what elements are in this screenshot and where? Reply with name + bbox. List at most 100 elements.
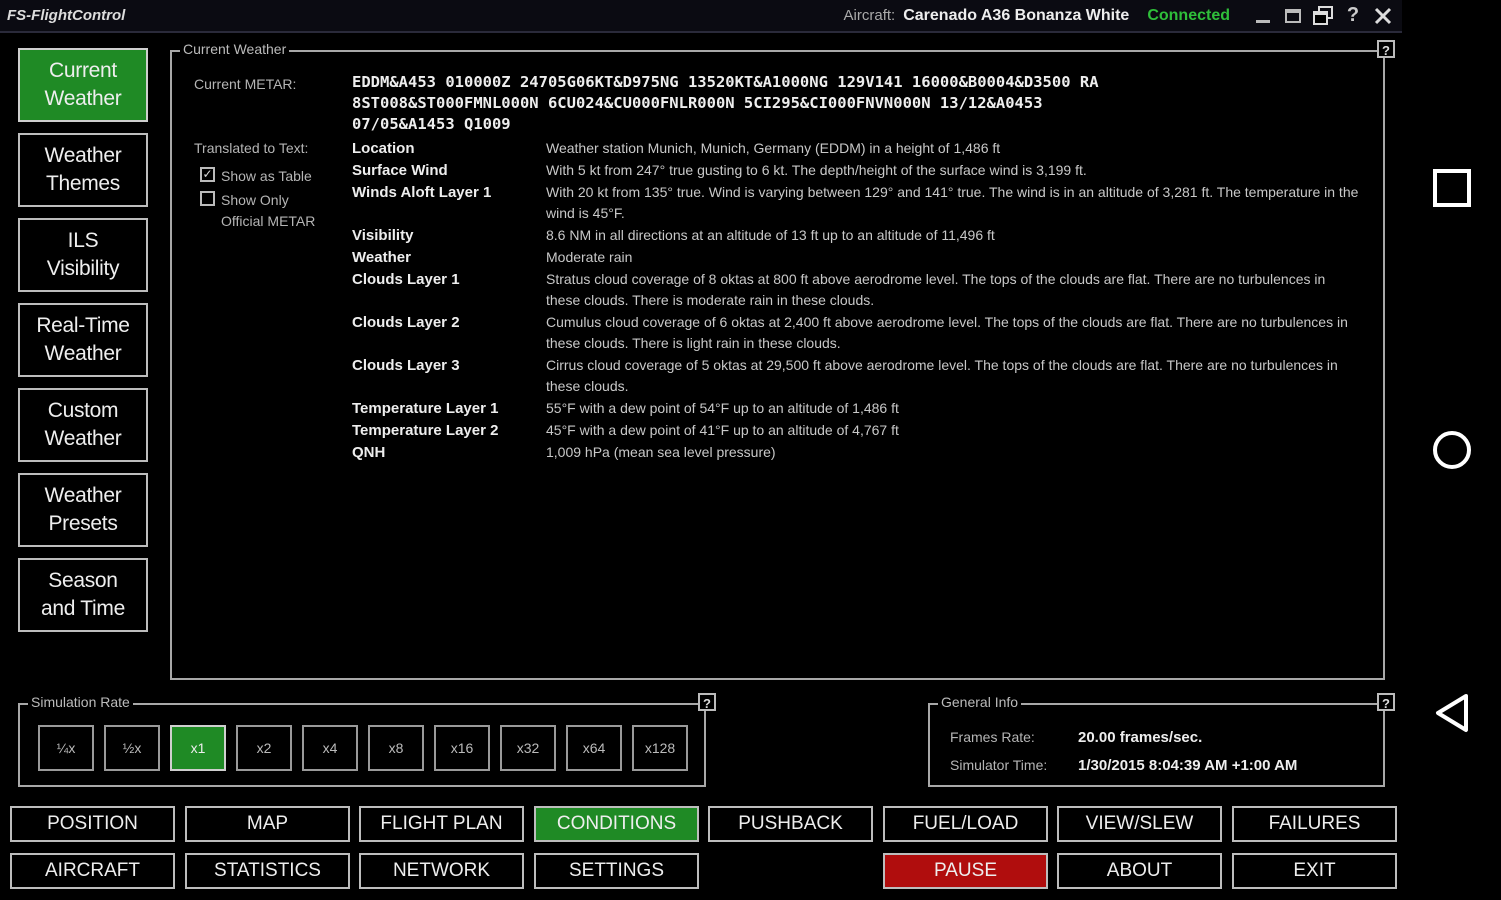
weather-table: Location Weather station Munich, Munich, … [352, 138, 1362, 464]
weather-row-key: Clouds Layer 3 [352, 357, 460, 374]
connection-status: Connected [1147, 6, 1230, 24]
weather-row-value: Cumulus cloud coverage of 6 oktas at 2,4… [546, 314, 1348, 351]
nav-button-position[interactable]: POSITION [10, 806, 175, 842]
sidebar-item-weather-presets[interactable]: Weather Presets [18, 473, 148, 547]
show-only-official-checkbox[interactable] [200, 191, 215, 206]
show-as-table-checkbox[interactable]: ✓ [200, 167, 215, 182]
nav-button-conditions[interactable]: CONDITIONS [534, 806, 699, 842]
rate-button[interactable]: ½x [104, 725, 160, 771]
weather-row: Temperature Layer 2 45°F with a dew point… [352, 420, 1362, 441]
nav-button-network[interactable]: NETWORK [359, 853, 524, 889]
sidebar-item-current-weather[interactable]: Current Weather [18, 48, 148, 122]
rate-button[interactable]: x2 [236, 725, 292, 771]
weather-row-key: Winds Aloft Layer 1 [352, 184, 492, 201]
window-stack-icon[interactable] [1312, 5, 1334, 27]
aircraft-name: Carenado A36 Bonanza White [903, 6, 1130, 24]
translated-label: Translated to Text: [194, 140, 309, 156]
sidebar-item-custom-weather[interactable]: Custom Weather [18, 388, 148, 462]
weather-row: Clouds Layer 1 Stratus cloud coverage of … [352, 269, 1362, 311]
weather-row: Winds Aloft Layer 1 With 20 kt from 135° … [352, 182, 1362, 224]
frame-rate-value: 20.00 frames/sec. [1078, 729, 1203, 746]
app-title: FS-FlightControl [7, 7, 126, 24]
rate-button[interactable]: x64 [566, 725, 622, 771]
rate-buttons: ¼x ½x x1 x2 x4 x8 x16 x32 x64 x128 [38, 725, 688, 771]
weather-row-key: Location [352, 140, 415, 157]
show-as-table-option[interactable]: ✓ Show as Table [200, 166, 312, 187]
simulation-rate-help-icon[interactable]: ? [698, 693, 716, 711]
title-bar: FS-FlightControl Aircraft: Carenado A36 … [0, 0, 1402, 33]
weather-row-key: Surface Wind [352, 162, 448, 179]
weather-row-value: 8.6 NM in all directions at an altitude … [546, 227, 995, 243]
sidebar-item-weather-themes[interactable]: Weather Themes [18, 133, 148, 207]
weather-row-value: Cirrus cloud coverage of 5 oktas at 29,5… [546, 357, 1338, 394]
back-icon[interactable] [1432, 693, 1472, 733]
nav-button-fuel-load[interactable]: FUEL/LOAD [883, 806, 1048, 842]
show-only-official-label: Show Only Official METAR [221, 192, 316, 229]
rate-button[interactable]: x4 [302, 725, 358, 771]
weather-row-value: With 5 kt from 247° true gusting to 6 kt… [546, 162, 1087, 178]
rate-button[interactable]: x128 [632, 725, 688, 771]
sidebar-item-season-and-time[interactable]: Season and Time [18, 558, 148, 632]
close-icon[interactable] [1372, 5, 1394, 27]
weather-row: Temperature Layer 1 55°F with a dew point… [352, 398, 1362, 419]
android-nav-bar [1402, 0, 1501, 900]
simulator-time-label: Simulator Time: [950, 757, 1048, 773]
aircraft-label: Aircraft: [843, 7, 896, 24]
metar-text: EDDM&A453 010000Z 24705G06KT&D975NG 1352… [352, 73, 1099, 133]
nav-button-view-slew[interactable]: VIEW/SLEW [1057, 806, 1222, 842]
weather-row: Clouds Layer 2 Cumulus cloud coverage of … [352, 312, 1362, 354]
general-info-help-icon[interactable]: ? [1377, 693, 1395, 711]
current-weather-help-icon[interactable]: ? [1377, 40, 1395, 58]
recents-icon[interactable] [1432, 168, 1472, 208]
nav-button-pushback[interactable]: PUSHBACK [708, 806, 873, 842]
simulator-time-value: 1/30/2015 8:04:39 AM +1:00 AM [1078, 757, 1298, 774]
weather-row-value: Stratus cloud coverage of 8 oktas at 800… [546, 271, 1326, 308]
weather-row-value: 55°F with a dew point of 54°F up to an a… [546, 400, 899, 416]
minimize-icon[interactable] [1252, 5, 1274, 27]
nav-button-exit[interactable]: EXIT [1232, 853, 1397, 889]
help-icon[interactable]: ? [1342, 4, 1364, 27]
weather-row-value: With 20 kt from 135° true. Wind is varyi… [546, 184, 1359, 221]
show-only-official-option[interactable]: Show Only Official METAR [200, 190, 315, 232]
nav-button-statistics[interactable]: STATISTICS [185, 853, 350, 889]
weather-row: Visibility 8.6 NM in all directions at an… [352, 225, 1362, 246]
current-weather-title: Current Weather [180, 41, 290, 57]
weather-row-key: Visibility [352, 227, 414, 244]
weather-row-value: Weather station Munich, Munich, Germany … [546, 140, 1001, 156]
weather-row-key: Temperature Layer 1 [352, 400, 499, 417]
nav-button-pause[interactable]: PAUSE [883, 853, 1048, 889]
nav-button-flight-plan[interactable]: FLIGHT PLAN [359, 806, 524, 842]
weather-row-key: QNH [352, 444, 386, 461]
sidebar-item-real-time-weather[interactable]: Real-Time Weather [18, 303, 148, 377]
weather-row-value: 1,009 hPa (mean sea level pressure) [546, 444, 776, 460]
weather-row-value: Moderate rain [546, 249, 633, 265]
nav-button-settings[interactable]: SETTINGS [534, 853, 699, 889]
show-as-table-label: Show as Table [221, 168, 312, 184]
weather-row-key: Clouds Layer 2 [352, 314, 460, 331]
maximize-icon[interactable] [1282, 5, 1304, 27]
weather-row-key: Weather [352, 249, 411, 266]
rate-button[interactable]: ¼x [38, 725, 94, 771]
sidebar-item-ils-visibility[interactable]: ILS Visibility [18, 218, 148, 292]
weather-row: QNH 1,009 hPa (mean sea level pressure) [352, 442, 1362, 463]
simulation-rate-title: Simulation Rate [28, 694, 133, 710]
nav-button-about[interactable]: ABOUT [1057, 853, 1222, 889]
rate-button[interactable]: x8 [368, 725, 424, 771]
nav-button-failures[interactable]: FAILURES [1232, 806, 1397, 842]
simulator-time-row: Simulator Time: 1/30/2015 8:04:39 AM +1:… [950, 757, 1297, 774]
weather-row: Weather Moderate rain [352, 247, 1362, 268]
title-bar-right: Aircraft: Carenado A36 Bonanza White Con… [844, 0, 1394, 31]
weather-row: Clouds Layer 3 Cirrus cloud coverage of 5… [352, 355, 1362, 397]
home-icon[interactable] [1432, 430, 1472, 470]
rate-button[interactable]: x1 [170, 725, 226, 771]
general-info-title: General Info [938, 694, 1022, 710]
weather-row: Location Weather station Munich, Munich, … [352, 138, 1362, 159]
nav-button-map[interactable]: MAP [185, 806, 350, 842]
rate-button[interactable]: x16 [434, 725, 490, 771]
weather-row: Surface Wind With 5 kt from 247° true gus… [352, 160, 1362, 181]
current-weather-panel: Current Weather ? Current METAR: EDDM&A4… [170, 40, 1395, 680]
frame-rate-label: Frames Rate: [950, 729, 1035, 745]
rate-button[interactable]: x32 [500, 725, 556, 771]
nav-button-aircraft[interactable]: AIRCRAFT [10, 853, 175, 889]
weather-row-key: Clouds Layer 1 [352, 271, 460, 288]
